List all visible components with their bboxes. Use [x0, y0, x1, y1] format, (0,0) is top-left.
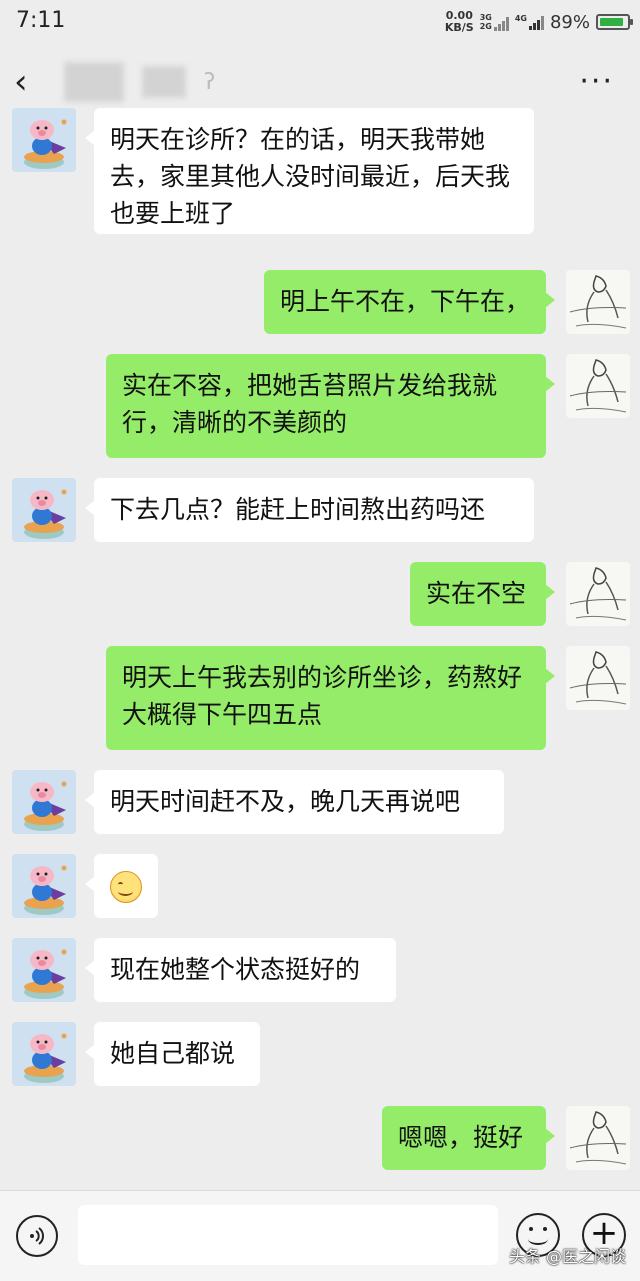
self-avatar[interactable] [566, 354, 630, 418]
chevron-left-icon[interactable]: ‹ [14, 64, 54, 104]
message-row: 明天上午我去别的诊所坐诊，药熬好大概得下午四五点 [0, 646, 640, 750]
message-row: 下去几点？能赶上时间熬出药吗还 [0, 478, 640, 542]
message-text: 明天上午我去别的诊所坐诊，药熬好大概得下午四五点 [122, 663, 523, 729]
signal-icon-sim1: 3G 2G [480, 13, 509, 31]
status-bar: 7:11 0.00 KB/S 3G 2G 4G 89% [0, 0, 640, 44]
self-avatar[interactable] [566, 270, 630, 334]
message-text: 实在不容，把她舌苔照片发给我就行，清晰的不美颜的 [122, 371, 498, 437]
message-text: 她自己都说 [110, 1039, 236, 1068]
message-row: 现在她整个状态挺好的 [0, 938, 640, 1002]
battery-icon [596, 14, 633, 30]
outgoing-message-bubble[interactable]: 嗯嗯，挺好 [382, 1106, 555, 1170]
ear-icon: ʔ [204, 69, 216, 95]
contact-avatar[interactable] [12, 770, 76, 834]
network-speed: 0.00 KB/S [445, 10, 474, 34]
smile-emoji-icon [110, 871, 142, 903]
input-bar: + 头条 @医之闲谈 [0, 1190, 640, 1281]
contact-avatar[interactable] [12, 478, 76, 542]
message-text: 实在不空 [426, 579, 527, 608]
contact-avatar[interactable] [12, 108, 76, 172]
message-text: 明上午不在，下午在， [280, 287, 531, 316]
message-text: 明天在诊所？在的话，明天我带她去，家里其他人没时间最近，后天我也要上班了 [110, 125, 511, 228]
self-avatar[interactable] [566, 646, 630, 710]
incoming-message-bubble[interactable]: 明天时间赶不及，晚几天再说吧 [85, 770, 504, 834]
watermark: 头条 @医之闲谈 [508, 1247, 626, 1266]
signal-label-2g: 2G [479, 22, 492, 31]
incoming-message-bubble[interactable]: 明天在诊所？在的话，明天我带她去，家里其他人没时间最近，后天我也要上班了 [85, 108, 534, 234]
status-time: 7:11 [16, 8, 66, 33]
outgoing-message-bubble[interactable]: 实在不容，把她舌苔照片发给我就行，清晰的不美颜的 [106, 354, 555, 458]
message-row: 明上午不在，下午在， [0, 270, 640, 334]
signal-icon-sim2: 4G [515, 14, 544, 30]
message-text: 明天时间赶不及，晚几天再说吧 [110, 787, 461, 816]
incoming-message-bubble[interactable]: 她自己都说 [85, 1022, 260, 1086]
battery-level [600, 18, 624, 26]
message-row: 嗯嗯，挺好 [0, 1106, 640, 1170]
incoming-message-bubble[interactable]: 现在她整个状态挺好的 [85, 938, 396, 1002]
message-row: 明天在诊所？在的话，明天我带她去，家里其他人没时间最近，后天我也要上班了 [0, 108, 640, 234]
self-avatar[interactable] [566, 1106, 630, 1170]
contact-avatar[interactable] [12, 854, 76, 918]
self-avatar[interactable] [566, 562, 630, 626]
message-row: 实在不空 [0, 562, 640, 626]
message-text: 嗯嗯，挺好 [398, 1123, 524, 1152]
network-speed-unit: KB/S [444, 21, 474, 34]
message-text: 现在她整个状态挺好的 [110, 955, 361, 984]
more-dots-icon[interactable]: ··· [579, 67, 614, 97]
battery-percent: 89% [549, 11, 590, 33]
signal-label-4g: 4G [514, 14, 527, 23]
message-text: 下去几点？能赶上时间熬出药吗还 [110, 495, 486, 524]
outgoing-message-bubble[interactable]: 实在不空 [410, 562, 555, 626]
message-row: 实在不容，把她舌苔照片发给我就行，清晰的不美颜的 [0, 354, 640, 458]
message-list: 明天在诊所？在的话，明天我带她去，家里其他人没时间最近，后天我也要上班了明上午不… [0, 108, 640, 1188]
contact-avatar[interactable] [12, 1022, 76, 1086]
message-row: 明天时间赶不及，晚几天再说吧 [0, 770, 640, 834]
contact-avatar[interactable] [12, 938, 76, 1002]
outgoing-message-bubble[interactable]: 明天上午我去别的诊所坐诊，药熬好大概得下午四五点 [106, 646, 555, 750]
chat-title-redacted: ʔ [64, 58, 215, 106]
incoming-message-bubble[interactable]: 下去几点？能赶上时间熬出药吗还 [85, 478, 534, 542]
message-row [0, 854, 640, 918]
message-input[interactable] [78, 1205, 498, 1265]
outgoing-message-bubble[interactable]: 明上午不在，下午在， [264, 270, 555, 334]
incoming-message-bubble[interactable] [85, 854, 158, 918]
status-indicators: 0.00 KB/S 3G 2G 4G 89% [445, 6, 633, 38]
message-row: 她自己都说 [0, 1022, 640, 1086]
voice-icon[interactable] [16, 1215, 58, 1257]
signal-label-3g: 3G [479, 13, 492, 22]
